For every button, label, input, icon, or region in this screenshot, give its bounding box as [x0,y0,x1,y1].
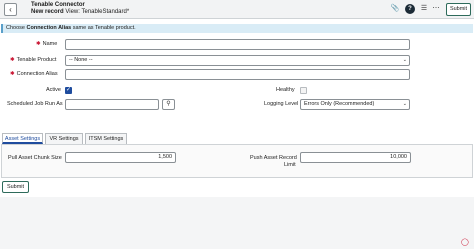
active-checkbox[interactable]: ✓ [65,87,72,94]
required-marker: ✱ [10,57,15,63]
logging-level-value: Errors Only (Recommended) [304,101,375,107]
tab-vr-settings[interactable]: VR Settings [45,133,83,144]
checkmark-icon: ✓ [66,87,72,93]
banner-suffix: same as Tenable product. [71,25,136,31]
connection-alias-label: ✱ Connection Alias [10,71,58,78]
record-limit-label: Push Asset Record Limit [250,155,297,169]
required-marker: ✱ [10,71,15,77]
more-options-icon[interactable]: ⋯ [431,4,441,14]
logging-level-label: Logging Level [264,101,299,107]
info-banner: Choose Connection Alias same as Tenable … [1,24,473,33]
search-icon: ⚲ [166,101,171,107]
paperclip-icon[interactable]: 📎 [390,4,400,14]
active-label: Active [46,87,61,93]
tenable-product-value: -- None -- [69,57,93,63]
healthy-checkbox[interactable] [300,87,307,94]
scheduled-job-field[interactable] [65,99,159,110]
record-limit-label-line2: Limit [284,162,296,168]
lookup-button[interactable]: ⚲ [162,99,175,110]
name-field[interactable] [65,39,410,50]
record-limit-field[interactable]: 10,000 [300,152,411,163]
chevron-left-icon: ‹ [9,5,12,14]
record-view: View: TenableStandard* [65,9,130,15]
connection-alias-label-text: Connection Alias [16,71,58,77]
submit-button-top[interactable]: Submit [446,3,471,16]
banner-bold: Connection Alias [26,25,72,31]
chunk-size-label: Pull Asset Chunk Size [8,155,62,161]
healthy-label: Healthy [276,87,295,93]
tab-asset-settings[interactable]: Asset Settings [2,133,43,144]
connection-alias-field[interactable] [65,69,410,80]
submit-button-bottom[interactable]: Submit [2,181,29,193]
alert-icon[interactable]: ◯ [461,238,469,246]
settings-sliders-icon[interactable]: ☰ [419,4,429,14]
back-button[interactable]: ‹ [4,3,17,16]
name-label-text: Name [42,41,58,47]
scheduled-job-label: Scheduled Job Run As [7,101,63,107]
required-marker: ✱ [36,41,41,47]
chevron-down-icon: ⌄ [402,101,407,107]
chunk-size-field[interactable]: 1,500 [65,152,176,163]
tab-itsm-settings[interactable]: ITSM Settings [85,133,127,144]
form-header: ‹ Tenable Connector New record View: Ten… [0,0,474,19]
form-footer-area [0,197,474,249]
tenable-product-select[interactable]: -- None -- ⌄ [65,55,410,66]
record-limit-label-line1: Push Asset Record [250,155,297,161]
tenable-product-label: ✱ Tenable Product [10,57,56,64]
banner-prefix: Choose [6,25,27,31]
record-state: New record [31,9,64,15]
chevron-down-icon: ⌄ [402,57,407,63]
help-icon[interactable]: ? [405,4,415,14]
record-title: Tenable Connector [31,2,85,8]
record-subtitle: New record View: TenableStandard* [31,9,129,15]
tenable-product-label-text: Tenable Product [16,57,57,63]
logging-level-select[interactable]: Errors Only (Recommended) ⌄ [300,99,410,110]
name-label: ✱ Name [36,41,57,48]
